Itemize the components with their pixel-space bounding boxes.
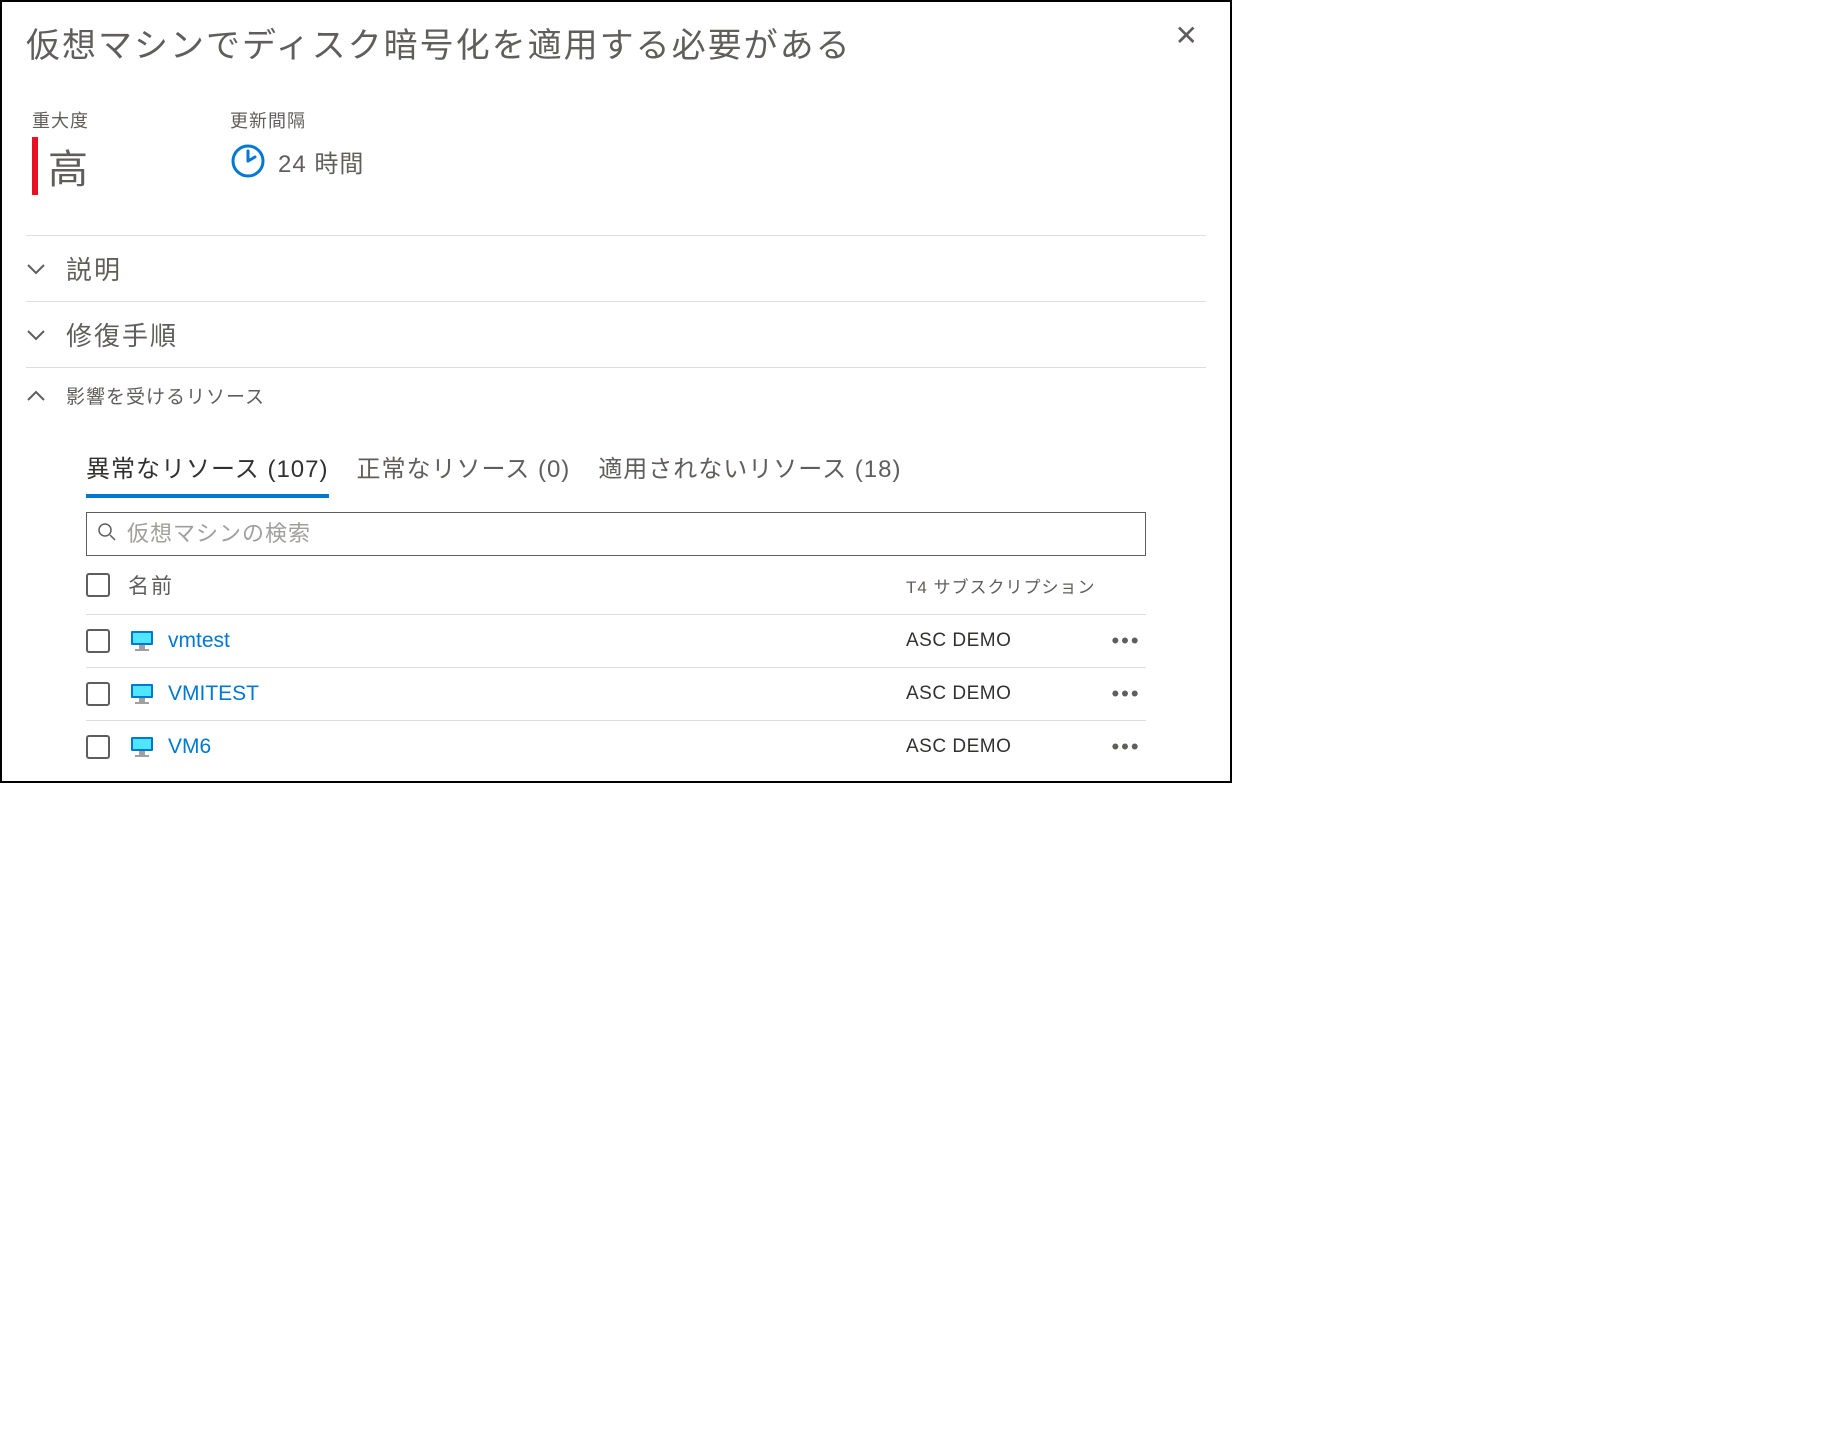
vm-link[interactable]: VMITEST xyxy=(168,682,906,706)
search-box[interactable] xyxy=(86,512,1146,556)
checkbox-row[interactable] xyxy=(86,629,110,653)
tab-unhealthy[interactable]: 異常なリソース (107) xyxy=(86,449,329,498)
severity-label: 重大度 xyxy=(32,107,90,133)
more-icon: ••• xyxy=(1111,734,1140,759)
severity-block: 重大度 高 xyxy=(32,107,90,195)
vm-icon xyxy=(128,680,156,708)
more-button[interactable]: ••• xyxy=(1106,734,1146,760)
subscription-name: ASC DEMO xyxy=(906,736,1106,758)
vm-icon xyxy=(128,627,156,655)
clock-icon xyxy=(230,143,266,179)
column-name-header[interactable]: 名前 xyxy=(128,570,906,600)
section-description[interactable]: 説明 xyxy=(26,235,1206,301)
search-icon xyxy=(97,522,117,547)
checkbox-all[interactable] xyxy=(86,573,110,597)
close-button[interactable]: ✕ xyxy=(1167,18,1206,54)
table-header: 名前 T4 サブスクリプション xyxy=(86,556,1146,615)
search-input[interactable] xyxy=(127,521,1135,547)
section-description-label: 説明 xyxy=(66,250,122,287)
subscription-name: ASC DEMO xyxy=(906,683,1106,705)
tab-not-applicable[interactable]: 適用されないリソース (18) xyxy=(598,449,901,494)
column-subscription-header[interactable]: T4 サブスクリプション xyxy=(906,573,1106,598)
more-icon: ••• xyxy=(1111,681,1140,706)
table-row: vmtest ASC DEMO ••• xyxy=(86,615,1146,668)
section-affected-label: 影響を受けるリソース xyxy=(66,382,265,409)
chevron-up-icon xyxy=(26,390,46,402)
refresh-value: 24 時間 xyxy=(278,144,364,179)
vm-icon xyxy=(128,733,156,761)
chevron-down-icon xyxy=(26,263,46,275)
checkbox-row[interactable] xyxy=(86,735,110,759)
table-row: VM6 ASC DEMO ••• xyxy=(86,721,1146,773)
close-icon: ✕ xyxy=(1175,20,1198,51)
checkbox-row[interactable] xyxy=(86,682,110,706)
chevron-down-icon xyxy=(26,329,46,341)
vm-link[interactable]: vmtest xyxy=(168,629,906,653)
vm-link[interactable]: VM6 xyxy=(168,735,906,759)
more-button[interactable]: ••• xyxy=(1106,628,1146,654)
subscription-name: ASC DEMO xyxy=(906,630,1106,652)
table-row: VMITEST ASC DEMO ••• xyxy=(86,668,1146,721)
section-remediation[interactable]: 修復手順 xyxy=(26,301,1206,367)
section-affected[interactable]: 影響を受けるリソース xyxy=(26,367,1206,423)
more-button[interactable]: ••• xyxy=(1106,681,1146,707)
tab-healthy[interactable]: 正常なリソース (0) xyxy=(357,449,571,494)
more-icon: ••• xyxy=(1111,628,1140,653)
refresh-label: 更新間隔 xyxy=(230,107,364,133)
severity-value: 高 xyxy=(48,137,90,195)
page-title: 仮想マシンでディスク暗号化を適用する必要がある xyxy=(26,18,1167,67)
refresh-block: 更新間隔 24 時間 xyxy=(230,107,364,195)
section-remediation-label: 修復手順 xyxy=(66,316,178,353)
